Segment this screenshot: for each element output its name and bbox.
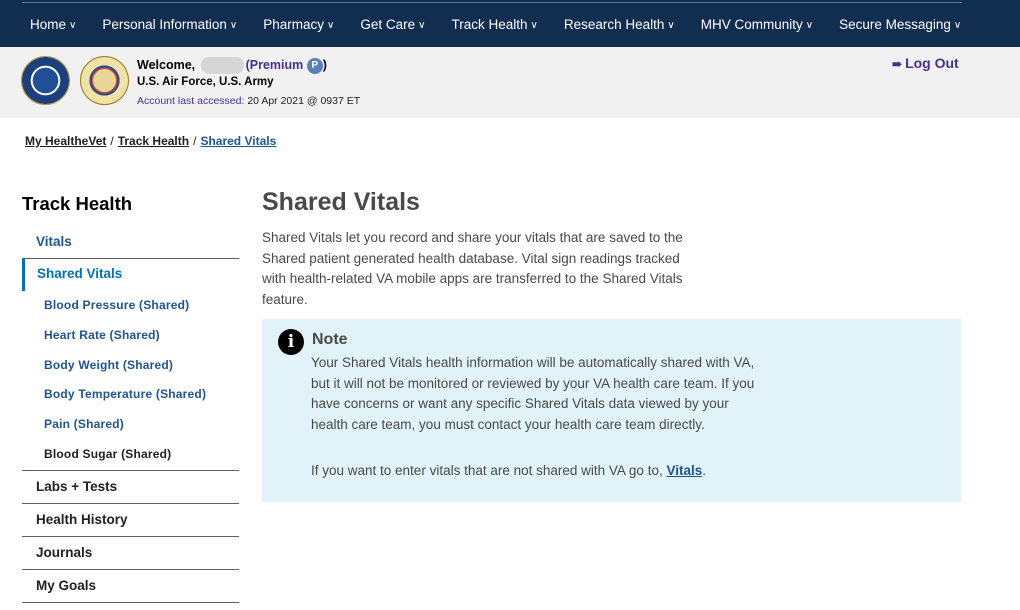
chevron-down-icon: ∨ (953, 20, 962, 31)
sidebar-item-shared-vitals[interactable]: Shared Vitals (22, 259, 239, 291)
last-accessed-label: Account last accessed: (137, 95, 245, 107)
note-title: Note (312, 331, 348, 348)
sidebar-title: Track Health (22, 193, 133, 214)
welcome-label: Welcome, (137, 57, 196, 72)
sidebar-subitem-body-temperature[interactable]: Body Temperature (Shared) (22, 380, 239, 410)
nav-item-pharmacy[interactable]: Pharmacy ∨ (263, 17, 334, 32)
sidebar-subitem-pain[interactable]: Pain (Shared) (22, 410, 239, 440)
air-force-seal-icon (21, 56, 70, 105)
nav-label: Secure Messaging (839, 17, 951, 32)
main-content: Shared Vitals Shared Vitals let you reco… (262, 188, 962, 502)
nav-label: Track Health (451, 17, 528, 32)
sidebar-subitem-body-weight[interactable]: Body Weight (Shared) (22, 351, 239, 381)
logout-icon: ➠ (892, 57, 903, 71)
breadcrumb: My HealtheVet / Track Health / Shared Vitals (25, 134, 276, 148)
breadcrumb-my-healthevet[interactable]: My HealtheVet (25, 134, 106, 148)
nav-label: Research Health (563, 17, 665, 32)
chevron-down-icon: ∨ (667, 20, 675, 31)
service-branches: U.S. Air Force, U.S. Army (137, 76, 274, 88)
nav-label: Home (30, 17, 67, 32)
nav-item-home[interactable]: Home ∨ (30, 17, 76, 32)
breadcrumb-separator: / (110, 134, 114, 148)
chevron-down-icon: ∨ (69, 20, 77, 31)
intro-text: Shared Vitals let you record and share y… (262, 230, 683, 307)
chevron-down-icon: ∨ (530, 20, 538, 31)
nav-label: MHV Community (700, 17, 803, 32)
premium-badge-icon: P (306, 57, 323, 74)
nav-label: Pharmacy (263, 17, 325, 32)
breadcrumb-separator: / (193, 134, 197, 148)
shared-vitals-group: Shared Vitals Blood Pressure (Shared) He… (22, 259, 239, 471)
sidebar-item-journals[interactable]: Journals (22, 537, 239, 570)
chevron-down-icon: ∨ (418, 20, 426, 31)
last-accessed: Account last accessed: 20 Apr 2021 @ 093… (137, 95, 360, 107)
sidebar-subitem-blood-pressure[interactable]: Blood Pressure (Shared) (22, 291, 239, 321)
logout-button[interactable]: ➠ Log Out (892, 55, 959, 71)
welcome-text: Welcome, (Premium P) (137, 57, 327, 74)
sidebar-item-labs-tests[interactable]: Labs + Tests (22, 471, 239, 504)
chevron-down-icon: ∨ (327, 20, 335, 31)
top-navigation: Home ∨ Personal Information ∨ Pharmacy ∨ Ge… (0, 0, 1020, 47)
sidebar-subitem-heart-rate[interactable]: Heart Rate (Shared) (22, 321, 239, 351)
chevron-down-icon: ∨ (805, 20, 814, 31)
nav-label: Get Care (360, 17, 416, 32)
premium-close-paren: ) (322, 57, 327, 72)
sidebar-item-my-goals[interactable]: My Goals (22, 570, 239, 603)
sidebar: Track Health Vitals Shared Vitals Blood … (22, 193, 239, 603)
premium-label: (Premium (245, 57, 304, 72)
nav-item-track-health[interactable]: Track Health ∨ (451, 17, 537, 32)
breadcrumb-track-health[interactable]: Track Health (118, 134, 189, 148)
last-accessed-value: 20 Apr 2021 @ 0937 ET (247, 95, 361, 107)
nav-item-mhv-community[interactable]: MHV Community ∨ (701, 17, 813, 32)
sidebar-subitem-blood-sugar[interactable]: Blood Sugar (Shared) (22, 440, 239, 470)
logout-label: Log Out (905, 55, 959, 71)
sidebar-item-vitals[interactable]: Vitals (22, 230, 239, 259)
account-header: Welcome, (Premium P) U.S. Air Force, U.S… (0, 47, 1020, 118)
army-seal-icon (80, 56, 129, 105)
note-link-suffix: . (702, 463, 707, 478)
breadcrumb-shared-vitals[interactable]: Shared Vitals (200, 134, 276, 148)
nav-item-research-health[interactable]: Research Health ∨ (564, 17, 675, 32)
note-link-line: If you want to enter vitals that are not… (311, 463, 706, 478)
note-box: i Note Your Shared Vitals health informa… (262, 319, 961, 502)
nav-divider (22, 2, 962, 3)
redacted-username (200, 57, 244, 74)
note-link-prefix: If you want to enter vitals that are not… (311, 463, 663, 478)
nav-item-get-care[interactable]: Get Care ∨ (360, 17, 425, 32)
page-title: Shared Vitals (262, 188, 420, 216)
nav-label: Personal Information (102, 17, 227, 32)
nav-item-personal-information[interactable]: Personal Information ∨ (102, 17, 237, 32)
sidebar-item-health-history[interactable]: Health History (22, 504, 239, 537)
note-body: Your Shared Vitals health information wi… (311, 355, 755, 432)
nav-item-secure-messaging[interactable]: Secure Messaging ∨ (839, 17, 961, 32)
chevron-down-icon: ∨ (229, 20, 238, 31)
info-icon: i (278, 329, 304, 355)
vitals-link[interactable]: Vitals (666, 463, 702, 478)
